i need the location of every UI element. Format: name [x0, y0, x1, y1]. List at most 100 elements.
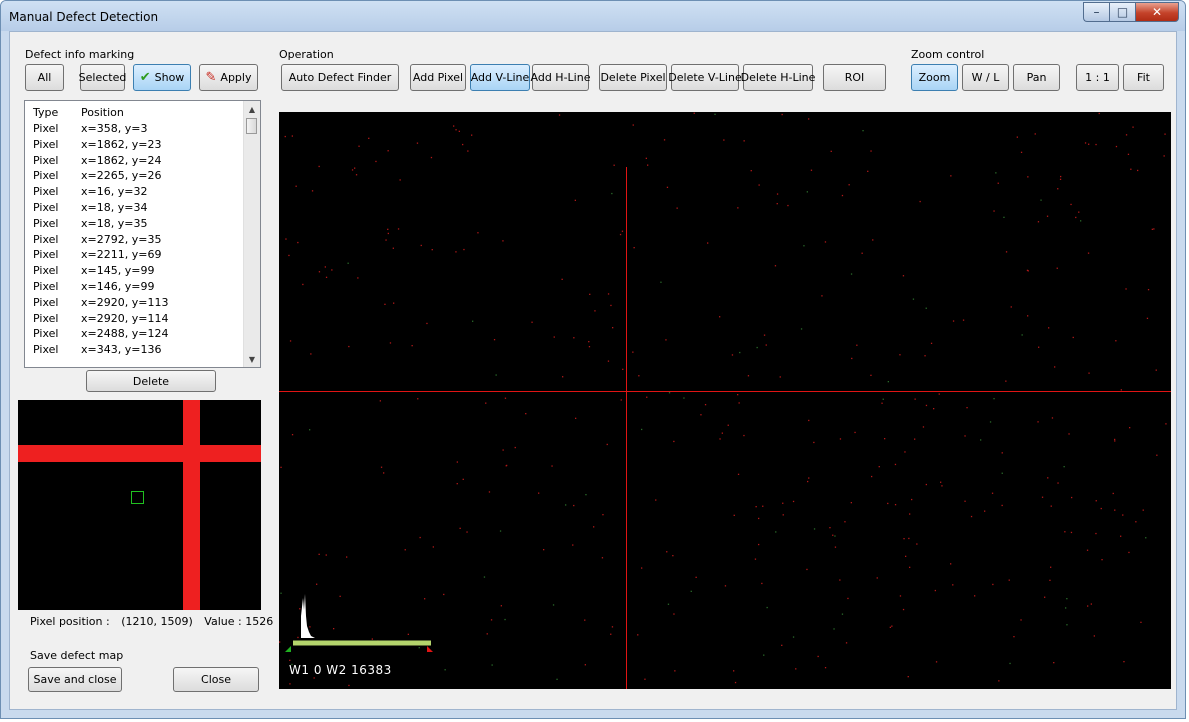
defect-speck [902, 608, 905, 611]
row-type: Pixel [33, 169, 59, 183]
defect-speck [830, 150, 832, 152]
table-row[interactable]: Pixel x=2488, y=124 [25, 327, 245, 343]
selected-button[interactable]: Selected [79, 64, 126, 91]
row-position: x=2920, y=113 [81, 295, 169, 309]
roi-button[interactable]: ROI [823, 64, 886, 91]
defect-speck [829, 527, 831, 529]
defect-speck [645, 157, 647, 159]
apply-button[interactable]: ✎ Apply [199, 64, 258, 91]
zoom-button[interactable]: Zoom [911, 64, 958, 91]
all-button[interactable]: All [25, 64, 64, 91]
table-row[interactable]: Pixel x=343, y=136 [25, 343, 245, 359]
add-pixel-button[interactable]: Add Pixel [410, 64, 466, 91]
defect-speck [288, 254, 290, 257]
defect-speck [743, 140, 745, 142]
one-to-one-button[interactable]: 1 : 1 [1076, 64, 1119, 91]
minimize-button[interactable]: – [1083, 2, 1109, 22]
defect-speck [839, 438, 842, 440]
table-row[interactable]: Pixel x=358, y=3 [25, 122, 245, 138]
auto-defect-finder-button[interactable]: Auto Defect Finder [281, 64, 399, 91]
defect-speck [285, 238, 287, 240]
row-position: x=2920, y=114 [81, 311, 169, 325]
defect-speck [817, 655, 819, 658]
defect-speck [908, 537, 910, 540]
defect-speck [572, 544, 574, 546]
defect-speck [1093, 635, 1095, 637]
defect-speck [807, 480, 809, 483]
defect-speck [914, 438, 916, 440]
table-row[interactable]: Pixel x=18, y=34 [25, 201, 245, 217]
window-level-button[interactable]: W / L [962, 64, 1009, 91]
defect-speck [666, 551, 668, 553]
delete-v-line-button[interactable]: Delete V-Line [668, 64, 742, 91]
defect-speck [776, 193, 779, 195]
table-row[interactable]: Pixel x=16, y=32 [25, 185, 245, 201]
scroll-thumb[interactable] [246, 118, 257, 134]
defect-speck [1009, 662, 1011, 665]
defect-speck [1114, 509, 1116, 511]
table-row[interactable]: Pixel x=1862, y=23 [25, 138, 245, 154]
defect-speck [894, 504, 897, 506]
defect-speck [889, 626, 891, 628]
defect-speck [355, 174, 358, 176]
add-h-line-button[interactable]: Add H-Line [531, 64, 590, 91]
apply-button-label: Apply [220, 71, 252, 84]
title-bar[interactable]: Manual Defect Detection – □ ✕ [1, 1, 1185, 31]
defect-speck [1151, 228, 1153, 230]
defect-speck [824, 667, 827, 669]
defect-speck [941, 485, 943, 487]
save-and-close-button[interactable]: Save and close [28, 667, 122, 692]
row-position: x=343, y=136 [81, 343, 162, 357]
defect-speck [368, 137, 370, 139]
defect-speck [667, 603, 670, 605]
table-row[interactable]: Pixel x=2211, y=69 [25, 248, 245, 264]
defect-speck [821, 295, 823, 297]
defect-speck [1070, 531, 1073, 534]
show-button[interactable]: ✔ Show [133, 64, 191, 91]
delete-h-line-button[interactable]: Delete H-Line [741, 64, 815, 91]
table-row[interactable]: Pixel x=2265, y=26 [25, 169, 245, 185]
defect-speck [909, 513, 911, 515]
close-window-button[interactable]: ✕ [1135, 2, 1179, 22]
defect-speck [588, 341, 590, 343]
table-row[interactable]: Pixel x=2920, y=113 [25, 296, 245, 312]
type-column-header[interactable]: Type [33, 106, 58, 119]
defect-speck [311, 190, 314, 192]
scroll-down-arrow-icon[interactable]: ▼ [244, 351, 260, 367]
image-viewer[interactable]: W1 0 W2 16383 [279, 112, 1171, 689]
add-v-line-button[interactable]: Add V-Line [470, 64, 530, 91]
position-column-header[interactable]: Position [81, 106, 124, 119]
defect-speck [316, 583, 318, 585]
defect-speck [622, 368, 624, 370]
scroll-up-arrow-icon[interactable]: ▲ [244, 101, 260, 117]
zoom-preview[interactable] [18, 400, 261, 610]
delete-pixel-button[interactable]: Delete Pixel [599, 64, 667, 91]
defect-speck [641, 567, 643, 569]
defect-speck [1147, 289, 1150, 291]
table-row[interactable]: Pixel x=146, y=99 [25, 280, 245, 296]
defect-list-scrollbar[interactable]: ▲ ▼ [243, 101, 260, 367]
defect-speck [871, 475, 873, 478]
pan-button[interactable]: Pan [1013, 64, 1060, 91]
delete-defect-button[interactable]: Delete [86, 370, 216, 392]
table-row[interactable]: Pixel x=2792, y=35 [25, 233, 245, 249]
table-row[interactable]: Pixel x=2920, y=114 [25, 312, 245, 328]
window-level-label: W / L [971, 71, 1000, 84]
close-button[interactable]: Close [173, 667, 259, 692]
defect-speck [1049, 579, 1051, 581]
defect-list[interactable]: Type Position Pixel x=358, y=3 Pixel x=1862… [24, 100, 261, 368]
defect-speck [551, 465, 553, 467]
defect-speck [1128, 551, 1130, 554]
defect-speck [980, 439, 982, 441]
table-row[interactable]: Pixel x=1862, y=24 [25, 154, 245, 170]
maximize-button[interactable]: □ [1109, 2, 1135, 22]
defect-speck [1001, 452, 1003, 454]
defect-speck [1070, 203, 1072, 206]
defect-speck [758, 543, 760, 546]
fit-button[interactable]: Fit [1123, 64, 1164, 91]
table-row[interactable]: Pixel x=18, y=35 [25, 217, 245, 233]
defect-speck [930, 342, 933, 344]
table-row[interactable]: Pixel x=145, y=99 [25, 264, 245, 280]
defect-speck [318, 165, 320, 168]
auto-defect-finder-label: Auto Defect Finder [288, 71, 392, 84]
